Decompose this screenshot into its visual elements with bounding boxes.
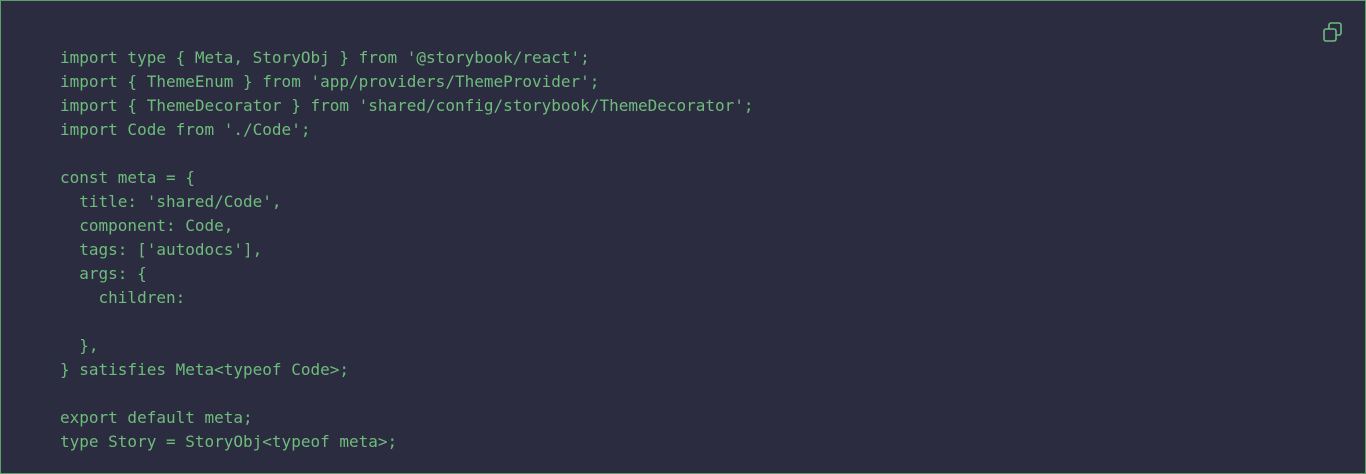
code-content: import type { Meta, StoryObj } from '@st… (60, 46, 754, 454)
code-line: args: { (60, 264, 147, 283)
code-line: import Code from './Code'; (60, 120, 311, 139)
code-line: import { ThemeEnum } from 'app/providers… (60, 72, 600, 91)
copy-button[interactable] (1321, 21, 1345, 45)
code-block: import type { Meta, StoryObj } from '@st… (0, 0, 1366, 474)
code-line: }, (60, 336, 99, 355)
copy-icon (1322, 21, 1344, 46)
code-line: } satisfies Meta<typeof Code>; (60, 360, 349, 379)
code-line: children: (60, 288, 186, 307)
code-line: import { ThemeDecorator } from 'shared/c… (60, 96, 754, 115)
code-line: export default meta; (60, 408, 253, 427)
code-line: title: 'shared/Code', (60, 192, 282, 211)
code-line: const meta = { (60, 168, 195, 187)
code-line: import type { Meta, StoryObj } from '@st… (60, 48, 590, 67)
code-line: type Story = StoryObj<typeof meta>; (60, 432, 398, 451)
code-line: tags: ['autodocs'], (60, 240, 263, 259)
code-line: component: Code, (60, 216, 234, 235)
